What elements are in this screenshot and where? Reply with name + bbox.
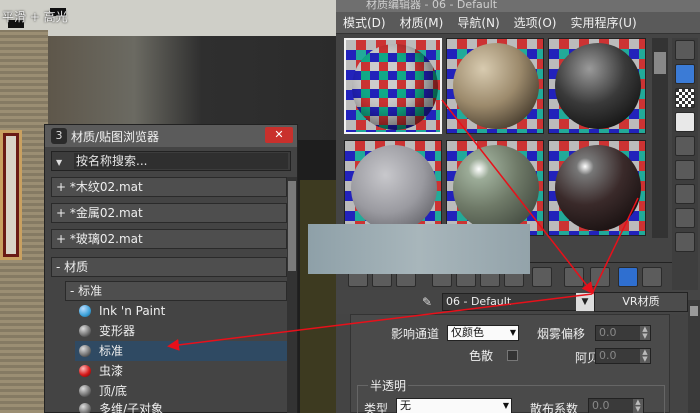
sample-slot-glass[interactable] (548, 140, 646, 236)
select-by-material-icon[interactable] (675, 208, 695, 228)
editor-menubar: 模式(D) 材质(M) 导航(N) 选项(O) 实用程序(U) (336, 12, 700, 34)
material-map-browser-window: 3 材质/贴图浏览器 ✕ ▼ + *木纹02.mat + *金属02.mat +… (44, 124, 298, 413)
abbe-spinner[interactable]: 0.0 ▲ ▼ (595, 348, 651, 364)
material-sphere (352, 44, 438, 130)
menu-utilities[interactable]: 实用程序(U) (563, 14, 643, 31)
category-materials[interactable]: - 材质 (51, 257, 287, 277)
show-map-icon[interactable] (564, 267, 584, 287)
spinner-arrows-icon[interactable]: ▲ ▼ (633, 399, 643, 413)
material-sphere-icon (79, 403, 91, 413)
scene-object (300, 180, 336, 413)
sample-slot-checker[interactable] (344, 38, 442, 134)
editor-title: 材质编辑器 - 06 - Default (336, 0, 700, 12)
material-item-shellac[interactable]: 虫漆 (75, 361, 287, 381)
spinner-arrows-icon[interactable]: ▲ ▼ (640, 349, 650, 363)
editor-side-toolbar (672, 38, 698, 298)
go-forward-sibling-icon[interactable] (642, 267, 662, 287)
menu-mode[interactable]: 模式(D) (336, 14, 393, 31)
material-sphere (453, 43, 539, 129)
viewport-shading-label[interactable]: 平滑 + 高光 (2, 8, 68, 25)
material-sphere-icon (79, 365, 91, 377)
show-end-result-icon[interactable] (590, 267, 610, 287)
sample-slot-gray[interactable] (344, 140, 442, 236)
scene-picture-frame (0, 130, 22, 260)
sample-slot-metal[interactable] (548, 38, 646, 134)
dispersion-checkbox[interactable] (507, 350, 518, 361)
scatter-coefficient-spinner[interactable]: 0.0 ▲ ▼ (588, 398, 644, 413)
sample-slot-glossy[interactable] (446, 140, 544, 236)
library-wood[interactable]: + *木纹02.mat (51, 177, 287, 197)
fog-offset-label: 烟雾偏移 (537, 327, 586, 341)
material-item-ink-n-paint[interactable]: Ink 'n Paint (75, 301, 287, 321)
material-item-standard[interactable]: 标准 (75, 341, 287, 361)
material-navigator-icon[interactable] (675, 232, 695, 252)
material-id-icon[interactable] (532, 267, 552, 287)
blurred-region (308, 224, 530, 274)
chevron-down-icon: ▼ (509, 328, 516, 337)
search-row: ▼ (51, 151, 291, 171)
material-name-field[interactable]: 06 - Default (442, 293, 594, 311)
slot-scrollbar[interactable] (652, 38, 668, 238)
params-scrollbar[interactable] (688, 300, 700, 413)
video-check-icon[interactable] (675, 136, 695, 156)
material-editor-window: 材质编辑器 - 06 - Default 模式(D) 材质(M) 导航(N) 选… (336, 0, 700, 413)
triangle-menu-icon[interactable]: ▼ (56, 158, 62, 167)
spinner-arrows-icon[interactable]: ▲ ▼ (640, 326, 650, 340)
material-sphere (453, 145, 539, 231)
affect-channel-select[interactable]: 仅颜色 ▼ (447, 325, 519, 341)
library-glass[interactable]: + *玻璃02.mat (51, 229, 287, 249)
material-sphere-icon (79, 325, 91, 337)
chevron-down-icon: ▼ (502, 401, 509, 410)
material-type-button[interactable]: VR材质 (594, 292, 688, 312)
browser-title: 材质/贴图浏览器 (71, 130, 160, 144)
material-sphere-icon (79, 345, 91, 357)
affect-channel-label: 影响通道 (391, 327, 440, 341)
options-icon[interactable] (675, 184, 695, 204)
material-item-morpher[interactable]: 变形器 (75, 321, 287, 341)
material-sphere (351, 145, 437, 231)
uv-tiling-icon[interactable] (675, 112, 695, 132)
material-name-row: ✎ 06 - Default ▼ VR材质 (336, 290, 700, 314)
sample-type-icon[interactable] (675, 40, 695, 60)
library-metal[interactable]: + *金属02.mat (51, 203, 287, 223)
material-tree: + *木纹02.mat + *金属02.mat + *玻璃02.mat - 材质… (51, 177, 287, 413)
menu-options[interactable]: 选项(O) (507, 14, 564, 31)
material-sphere-icon (79, 305, 91, 317)
material-sphere (555, 43, 641, 129)
backlight-icon[interactable] (675, 64, 695, 84)
subcategory-standard[interactable]: - 标准 (65, 281, 287, 301)
dispersion-label: 色散 (469, 349, 494, 363)
go-to-parent-icon[interactable] (618, 267, 638, 287)
type-label: 类型 (364, 402, 389, 413)
chevron-down-icon[interactable]: ▼ (576, 293, 594, 311)
sample-slot-wood[interactable] (446, 38, 544, 134)
material-sphere (555, 145, 641, 231)
browser-titlebar[interactable]: 3 材质/贴图浏览器 ✕ (45, 125, 297, 147)
eyedropper-icon[interactable]: ✎ (422, 295, 434, 309)
make-preview-icon[interactable] (675, 160, 695, 180)
material-item-top-bottom[interactable]: 顶/底 (75, 381, 287, 401)
fog-offset-spinner[interactable]: 0.0 ▲ ▼ (595, 325, 651, 341)
translucency-section: 半透明 类型 无 ▼ 散布系数 0.0 ▲ ▼ (357, 377, 665, 413)
translucency-section-title: 半透明 (368, 377, 409, 394)
menu-navigation[interactable]: 导航(N) (450, 14, 506, 31)
browser-scrollbar[interactable] (287, 177, 297, 413)
material-sphere-icon (79, 385, 91, 397)
sample-slot-grid (344, 38, 648, 236)
material-parameters-panel: 影响通道 仅颜色 ▼ 烟雾偏移 0.0 ▲ ▼ 色散 阿贝 0.0 ▲ ▼ 半透明 类型 … (350, 314, 670, 413)
app-logo-icon: 3 (51, 128, 67, 144)
close-button[interactable]: ✕ (265, 127, 293, 143)
scatter-coefficient-label: 散布系数 (530, 402, 579, 413)
search-input[interactable] (74, 153, 288, 169)
material-item-multi-sub-object[interactable]: 多维/子对象 (75, 399, 287, 413)
translucency-type-select[interactable]: 无 ▼ (396, 398, 512, 413)
background-checker-icon[interactable] (675, 88, 695, 108)
menu-material[interactable]: 材质(M) (393, 14, 451, 31)
